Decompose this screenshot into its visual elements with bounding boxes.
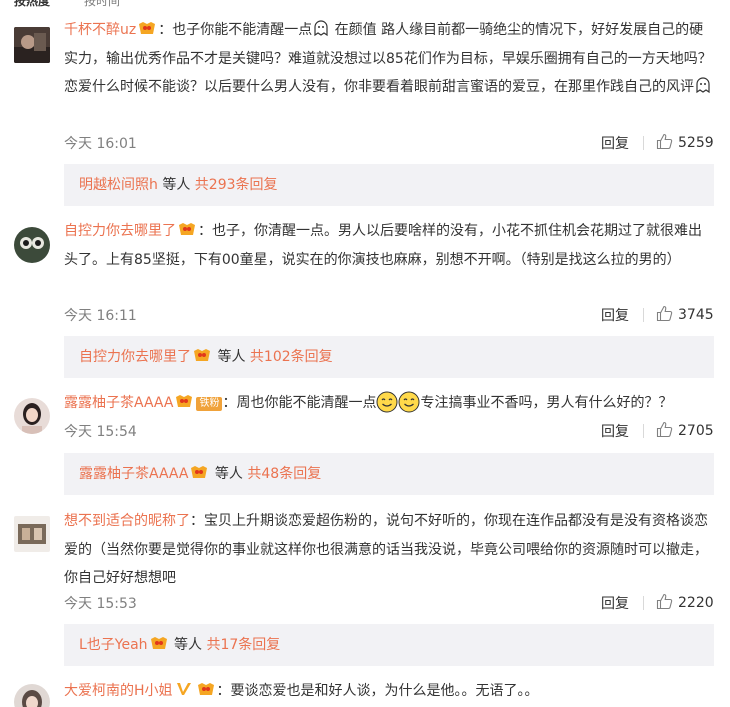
reply-button[interactable]: 回复 — [601, 593, 629, 613]
smile-emoji-icon — [398, 391, 420, 413]
comment-username[interactable]: 想不到适合的昵称了 — [64, 513, 190, 529]
divider — [643, 424, 644, 438]
comment-username[interactable]: 千杯不醉uz — [64, 22, 136, 38]
like-count: 2705 — [678, 423, 714, 439]
like-count: 5259 — [678, 135, 714, 151]
thumbs-up-icon — [656, 593, 673, 610]
comment-time: 今天 15:53 — [64, 596, 137, 612]
reply-summary-count[interactable]: 共293条回复 — [195, 177, 278, 193]
thumbs-up-icon — [656, 305, 673, 322]
reply-summary-count[interactable]: 共17条回复 — [206, 637, 280, 653]
comment-body: 露露柚子茶AAAA 铁粉 ：周也你能不能清醒一点 专注搞事业不香吗，男人有什么好的？？ — [64, 389, 714, 418]
like-button[interactable]: 2705 — [656, 421, 714, 439]
avatar[interactable] — [14, 684, 50, 707]
divider — [643, 136, 644, 150]
smile-emoji-icon — [376, 391, 398, 413]
comment-username[interactable]: 大爱柯南的H小姐 — [64, 683, 173, 699]
reply-summary[interactable]: L也子Yeah 等人 共17条回复 — [64, 624, 714, 666]
vip-icon — [137, 18, 157, 34]
avatar[interactable] — [14, 227, 50, 263]
comment-time: 今天 15:54 — [64, 424, 137, 440]
reply-button[interactable]: 回复 — [601, 421, 629, 441]
thumbs-up-icon — [656, 421, 673, 438]
comment-meta: 今天 16:11 回复 3745 — [64, 305, 714, 325]
reply-summary-user[interactable]: 自控力你去哪里了 — [79, 349, 191, 365]
sort-tabs: 按热度 按时间 — [0, 0, 730, 9]
fan-badge: 铁粉 — [196, 397, 223, 411]
comment-username[interactable]: 自控力你去哪里了 — [64, 223, 176, 239]
reply-summary-mid: 等人 — [157, 177, 195, 193]
comment-text: ：周也你能不能清醒一点 — [222, 395, 377, 411]
comment-text: ：要谈恋爱也是和好人谈，为什么是他。。无语了。。 — [216, 683, 539, 699]
avatar[interactable] — [14, 398, 50, 434]
like-button[interactable]: 2220 — [656, 593, 714, 611]
tab-sort-hot[interactable]: 按热度 — [14, 0, 50, 9]
reply-summary[interactable]: 露露柚子茶AAAA 等人 共48条回复 — [64, 453, 714, 495]
reply-button[interactable]: 回复 — [601, 305, 629, 325]
avatar[interactable] — [14, 27, 50, 63]
verified-v-icon — [174, 679, 194, 695]
reply-summary[interactable]: 明越松间照h 等人 共293条回复 — [64, 164, 714, 206]
comment-body: 自控力你去哪里了 ：也子，你清醒一点。男人以后要啥样的没有，小花不抓住机会花期过了… — [64, 217, 714, 274]
reply-summary-mid: 等人 — [169, 637, 207, 653]
thumbs-up-icon — [656, 133, 673, 150]
comment-body: 大爱柯南的H小姐 ：要谈恋爱也是和好人谈，为什么是他。。无语了。。 — [64, 677, 714, 706]
ghost-emoji-icon — [312, 19, 330, 37]
reply-summary-mid: 等人 — [213, 349, 250, 365]
comment-time: 今天 16:01 — [64, 136, 137, 152]
avatar[interactable] — [14, 516, 50, 552]
vip-icon — [192, 338, 212, 361]
reply-button[interactable]: 回复 — [601, 133, 629, 153]
reply-summary-count[interactable]: 共102条回复 — [250, 349, 333, 365]
comment-text-cont: 专注搞事业不香吗，男人有什么好的？？ — [420, 395, 673, 411]
like-count: 2220 — [678, 595, 714, 611]
divider — [643, 596, 644, 610]
comment-username[interactable]: 露露柚子茶AAAA — [64, 395, 173, 411]
comment-meta: 今天 16:01 回复 5259 — [64, 133, 714, 153]
reply-summary-user[interactable]: L也子Yeah — [79, 637, 148, 653]
vip-icon — [149, 626, 169, 649]
comment-text: ：也子你能不能清醒一点 — [158, 22, 313, 38]
tab-sort-time[interactable]: 按时间 — [84, 0, 120, 9]
vip-icon — [177, 219, 197, 235]
reply-summary-mid: 等人 — [210, 466, 248, 482]
comment-body: 想不到适合的昵称了：宝贝上升期谈恋爱超伤粉的，说句不好听的，你现在连作品都没有是… — [64, 507, 714, 593]
like-count: 3745 — [678, 307, 714, 323]
ghost-emoji-icon — [694, 76, 712, 94]
like-button[interactable]: 3745 — [656, 305, 714, 323]
comment-time: 今天 16:11 — [64, 308, 137, 324]
comment-body: 千杯不醉uz ：也子你能不能清醒一点 在颜值 路人缘目前都一骑绝尘的情况下，好好发… — [64, 16, 714, 102]
reply-summary-user[interactable]: 明越松间照h — [79, 177, 158, 193]
divider — [643, 308, 644, 322]
comment-meta: 今天 15:53 回复 2220 — [64, 593, 714, 613]
comment-meta: 今天 15:54 回复 2705 — [64, 421, 714, 441]
reply-summary-count[interactable]: 共48条回复 — [247, 466, 321, 482]
like-button[interactable]: 5259 — [656, 133, 714, 151]
vip-icon — [196, 679, 216, 695]
reply-summary[interactable]: 自控力你去哪里了 等人 共102条回复 — [64, 336, 714, 378]
vip-icon — [189, 455, 209, 478]
vip-icon — [174, 391, 194, 407]
reply-summary-user[interactable]: 露露柚子茶AAAA — [79, 466, 188, 482]
